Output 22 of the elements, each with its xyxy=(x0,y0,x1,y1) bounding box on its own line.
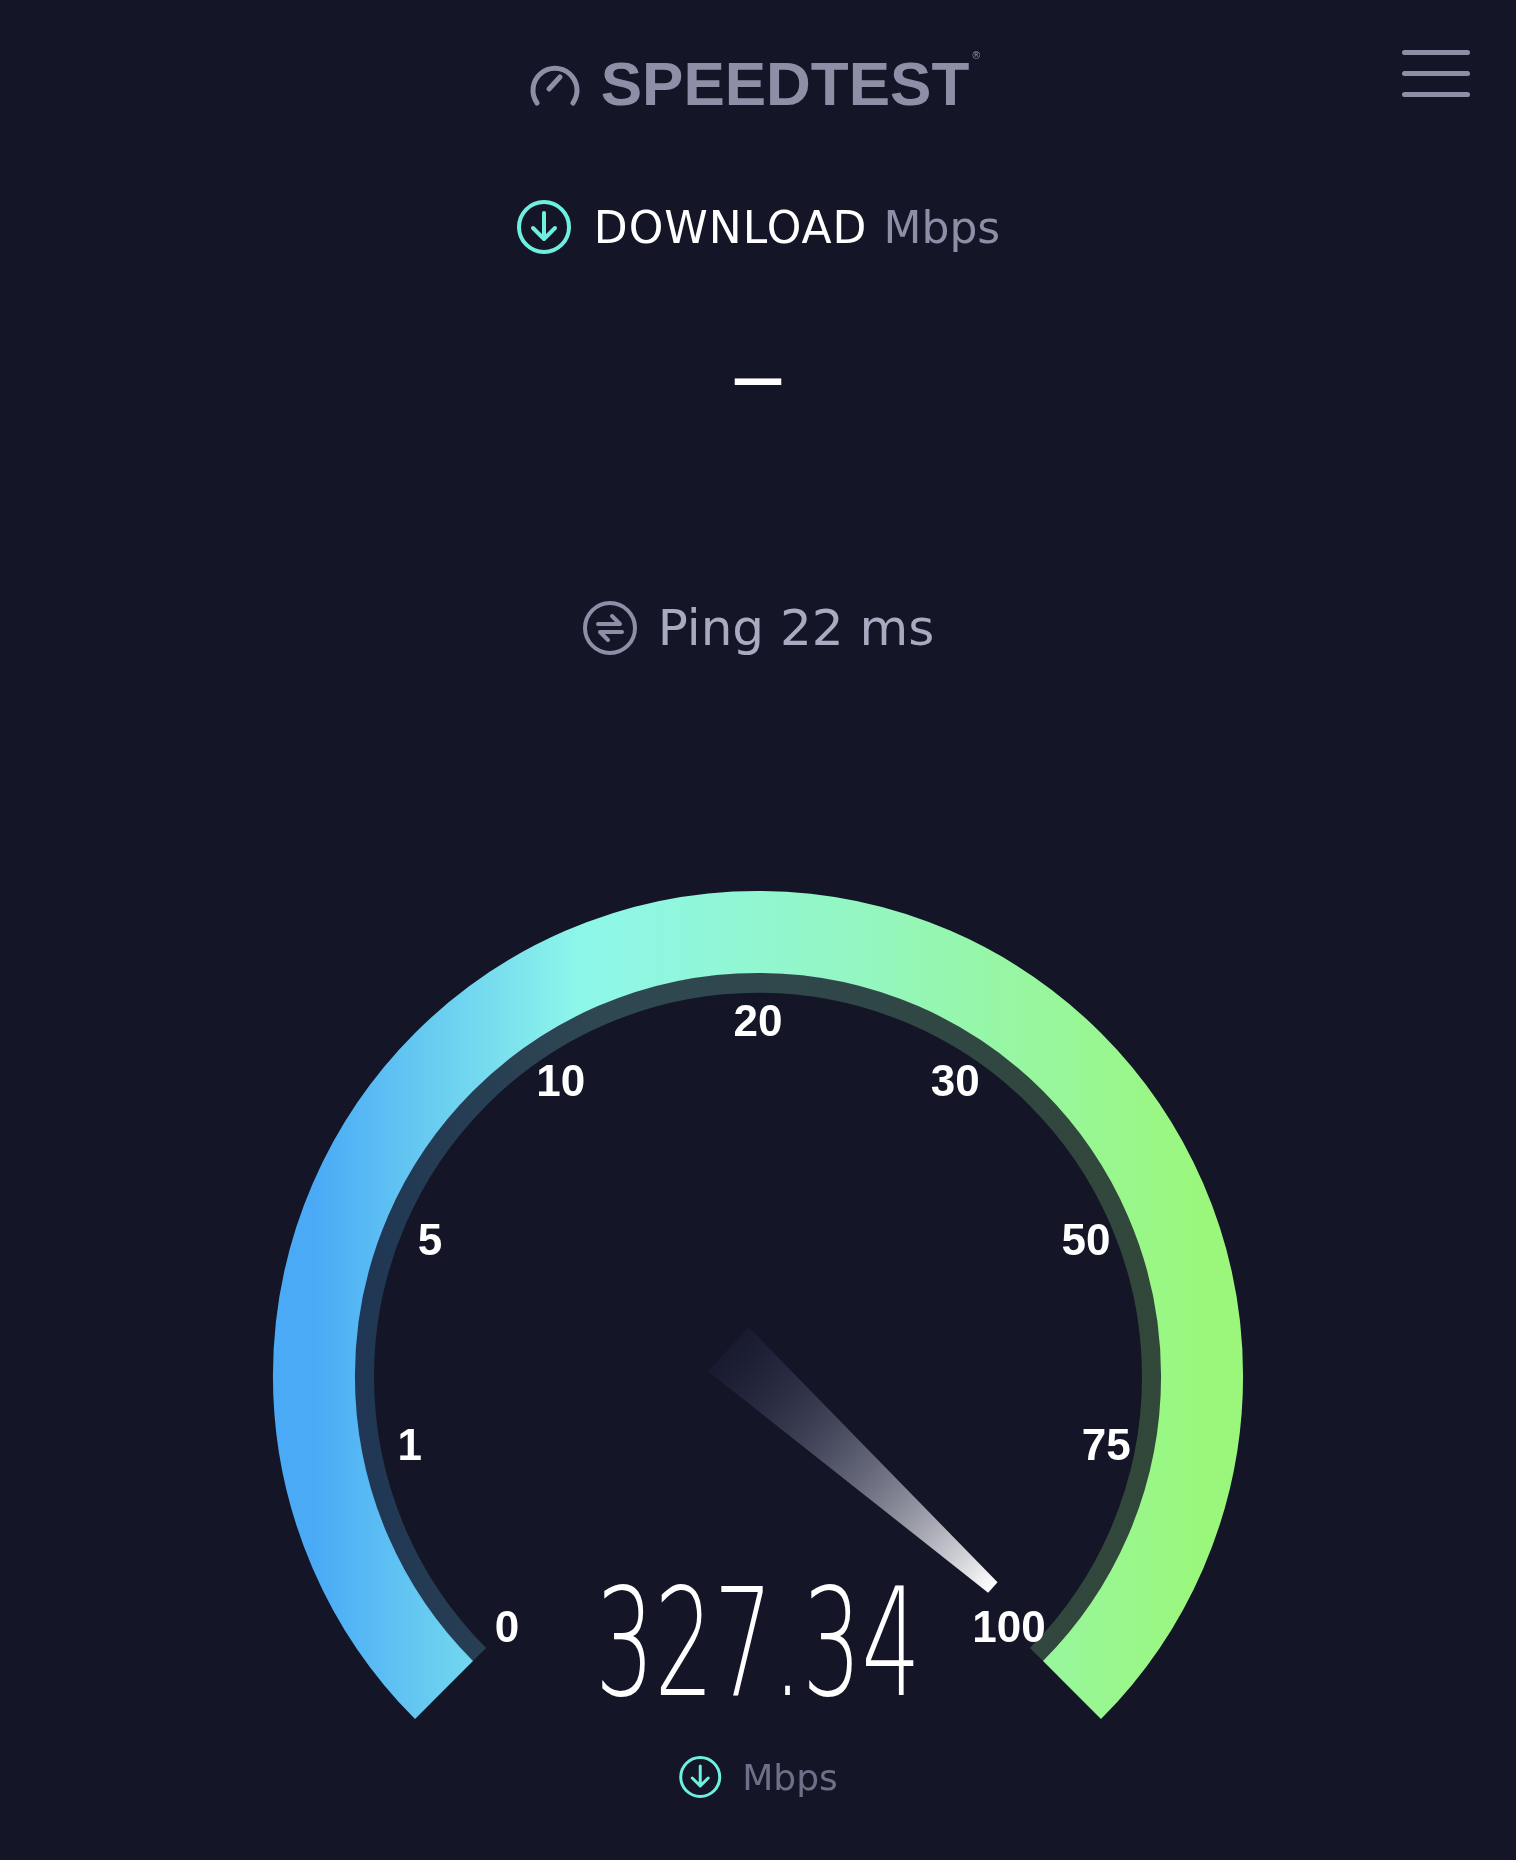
tick-label: 10 xyxy=(536,1055,586,1106)
ping-text: Ping 22 ms xyxy=(657,599,935,657)
download-result: — xyxy=(732,348,784,408)
menu-button[interactable] xyxy=(1400,48,1472,100)
download-icon xyxy=(515,199,572,255)
download-label: DOWNLOAD xyxy=(593,201,868,253)
unit-label: Mbps xyxy=(883,201,1001,253)
unit-label: Mbps xyxy=(742,1756,838,1798)
tick-label: 75 xyxy=(1081,1420,1131,1471)
tick-label: 5 xyxy=(417,1215,443,1266)
tick-label: 50 xyxy=(1061,1215,1111,1266)
download-icon xyxy=(678,1755,723,1799)
tick-label: 100 xyxy=(972,1602,1046,1652)
registered-mark: ® xyxy=(971,49,982,61)
tick-label: 1 xyxy=(397,1420,423,1471)
ping-icon xyxy=(581,600,638,656)
speed-reading: 327.34 xyxy=(595,1556,921,1730)
menu-icon xyxy=(1400,48,1472,100)
tick-label: 0 xyxy=(494,1602,520,1652)
logo-text: SPEEDTEST xyxy=(600,47,970,119)
tick-label: 20 xyxy=(733,996,783,1046)
tick-label: 30 xyxy=(930,1055,980,1106)
